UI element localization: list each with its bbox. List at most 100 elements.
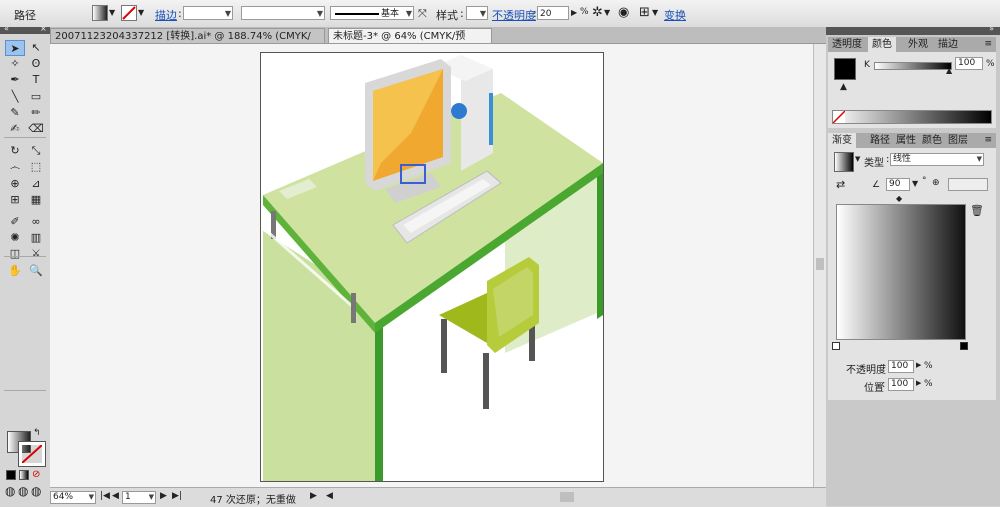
hand-tool-icon[interactable]: ✋ — [5, 263, 25, 279]
zoom-field[interactable]: 64% ▼ — [50, 491, 96, 504]
perspective-tool-icon[interactable]: ⊿ — [26, 176, 46, 192]
chevron-right-icon[interactable]: ▶ — [916, 361, 921, 369]
magic-wand-tool-icon[interactable]: ✧ — [5, 56, 25, 72]
opacity-field[interactable]: 20 — [537, 6, 569, 20]
tab-gradient[interactable]: 渐变 — [828, 133, 856, 148]
fill-swatch[interactable] — [92, 5, 108, 21]
tab-stroke[interactable]: 描边 — [934, 37, 962, 52]
artboard-number-field[interactable]: 1 ▼ — [122, 491, 156, 504]
gradient-slider[interactable] — [836, 204, 966, 340]
collapse-panels-icon[interactable]: » — [989, 24, 994, 33]
stop-location-field[interactable]: 100 — [888, 378, 914, 391]
chevron-right-icon[interactable]: ▶ — [916, 379, 921, 387]
previous-artboard-icon[interactable]: ◀ — [112, 491, 119, 501]
artboard-tool-icon[interactable]: ◫ — [5, 246, 25, 262]
tab-appearance[interactable]: 外观 — [904, 37, 932, 52]
direct-selection-tool-icon[interactable]: ↖ — [26, 40, 46, 56]
panel-dock-grip[interactable]: » — [826, 24, 1000, 35]
free-transform-tool-icon[interactable]: ⬚ — [26, 159, 46, 175]
scroll-left-icon[interactable]: ◀ — [326, 491, 333, 501]
stroke-color-box[interactable] — [18, 441, 46, 467]
pencil-tool-icon[interactable]: ✏ — [26, 105, 46, 121]
eraser-tool-icon[interactable]: ⌫ — [26, 121, 46, 137]
midpoint-handle-icon[interactable]: ◆ — [896, 194, 902, 203]
tab-color[interactable]: 颜色 — [868, 37, 896, 52]
chevron-down-icon[interactable]: ▼ — [604, 8, 610, 17]
vertical-scrollbar[interactable] — [813, 44, 827, 487]
k-value-field[interactable]: 100 — [955, 57, 983, 70]
slider-handle-icon[interactable]: ▲ — [946, 66, 952, 75]
draw-behind-icon[interactable]: ◍ — [18, 484, 28, 498]
stroke-swatch[interactable] — [121, 5, 137, 21]
swap-icon[interactable]: ↰ — [33, 428, 41, 438]
scroll-thumb[interactable] — [816, 258, 824, 270]
stop-opacity-field[interactable]: 100 — [888, 360, 914, 373]
horizontal-scroll-thumb[interactable] — [560, 492, 574, 502]
slice-tool-icon[interactable]: ⚔ — [26, 246, 46, 262]
chevron-down-icon[interactable]: ▼ — [912, 179, 918, 188]
transform-icon[interactable]: ⤧ — [418, 7, 427, 21]
scale-tool-icon[interactable]: ⤡ — [26, 143, 46, 159]
blob-brush-tool-icon[interactable]: ✍ — [5, 121, 25, 137]
trash-icon[interactable]: 🗑 — [970, 204, 984, 217]
color-mode-icon[interactable] — [6, 470, 16, 480]
draw-normal-icon[interactable]: ◍ — [5, 484, 15, 498]
tab-layers[interactable]: 图层 — [944, 133, 972, 148]
angle-field[interactable]: 90 — [886, 178, 910, 191]
tab-transparency[interactable]: 透明度 — [828, 37, 866, 52]
paintbrush-tool-icon[interactable]: ✎ — [5, 105, 25, 121]
style-swatch[interactable]: ▼ — [466, 6, 488, 20]
line-tool-icon[interactable]: ╲ — [5, 89, 25, 105]
gradient-preview-swatch[interactable] — [834, 152, 854, 172]
zoom-tool-icon[interactable]: 🔍 — [26, 263, 46, 279]
opacity-label[interactable]: 不透明度 — [492, 7, 536, 23]
shape-builder-tool-icon[interactable]: ⊕ — [5, 176, 25, 192]
stroke-label[interactable]: 描边 — [155, 7, 177, 23]
panel-menu-icon[interactable]: ≡ — [984, 39, 992, 49]
panel-menu-icon[interactable]: ≡ — [984, 135, 992, 145]
toolbox-grip[interactable]: « × — [0, 24, 50, 34]
eyedropper-tool-icon[interactable]: ✐ — [5, 214, 25, 230]
gradient-stop-right[interactable] — [960, 342, 968, 350]
align-icon[interactable]: ⊞ — [639, 5, 650, 20]
collapse-icon[interactable]: « — [4, 24, 9, 33]
isolate-icon[interactable]: ◉ — [618, 5, 629, 20]
pen-tool-icon[interactable]: ✒ — [5, 72, 25, 88]
doc-tab-2[interactable]: 未标题-3* @ 64% (CMYK/预览)⊠ — [328, 28, 492, 57]
doc-tab-1[interactable]: 20071123204337212 [转换].ai* @ 188.74% (CM… — [50, 28, 325, 57]
fill-dropdown-icon[interactable]: ▼ — [109, 8, 115, 17]
rectangle-tool-icon[interactable]: ▭ — [26, 89, 46, 105]
k-slider[interactable] — [874, 62, 952, 70]
brush-definition-field[interactable]: 基本 ▼ — [330, 6, 414, 20]
last-artboard-icon[interactable]: ▶| — [172, 491, 182, 501]
none-swatch-icon[interactable] — [833, 111, 845, 123]
mesh-tool-icon[interactable]: ⊞ — [5, 192, 25, 208]
variable-width-field[interactable]: ▼ — [241, 6, 325, 20]
color-spectrum-bar[interactable] — [832, 110, 992, 124]
none-mode-icon[interactable]: ⊘ — [32, 469, 40, 480]
tab-color-2[interactable]: 颜色 — [918, 133, 946, 148]
recolor-icon[interactable]: ✲ — [592, 5, 603, 20]
stroke-weight-field[interactable]: ▼ — [183, 6, 233, 20]
lasso-tool-icon[interactable]: ʘ — [26, 56, 46, 72]
artboard[interactable] — [260, 52, 604, 482]
gradient-mode-icon[interactable] — [19, 470, 29, 480]
blend-tool-icon[interactable]: ∞ — [26, 214, 46, 230]
chevron-down-icon[interactable]: ▼ — [652, 8, 658, 17]
warp-tool-icon[interactable]: ෴ — [5, 159, 25, 175]
column-graph-tool-icon[interactable]: ▥ — [26, 230, 46, 246]
rotate-tool-icon[interactable]: ↻ — [5, 143, 25, 159]
status-menu-icon[interactable]: ▶ — [310, 491, 317, 501]
transform-link[interactable]: 变换 — [664, 7, 686, 23]
tab-pathfinder[interactable]: 路径 — [866, 133, 894, 148]
fill-color-swatch[interactable] — [834, 58, 856, 80]
type-tool-icon[interactable]: T — [26, 72, 46, 88]
next-artboard-icon[interactable]: ▶ — [160, 491, 167, 501]
chevron-right-icon[interactable]: ▶ — [571, 8, 577, 17]
selection-tool-icon[interactable]: ➤ — [5, 40, 25, 56]
first-artboard-icon[interactable]: |◀ — [100, 491, 110, 501]
close-icon[interactable]: × — [40, 24, 47, 33]
gradient-type-select[interactable]: 线性 ▼ — [890, 153, 984, 166]
symbol-sprayer-tool-icon[interactable]: ✺ — [5, 230, 25, 246]
gradient-stop-left[interactable] — [832, 342, 840, 350]
